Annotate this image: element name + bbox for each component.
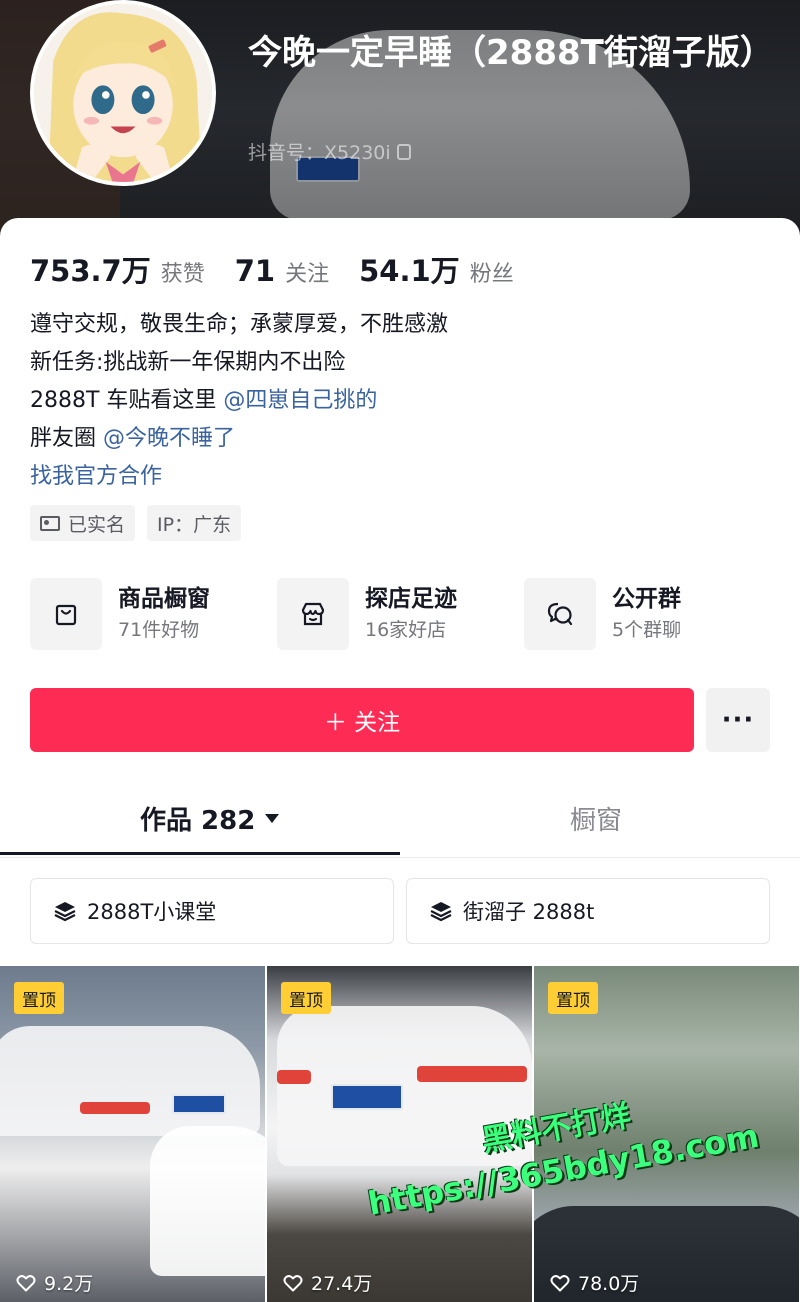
car-image [0,1026,260,1136]
profile-tags: 已实名 IP：广东 [30,505,242,541]
heart-icon [283,1273,303,1293]
service-shop-window-title: 商品橱窗 [118,586,210,612]
more-options-button[interactable]: ··· [706,688,770,752]
service-store-visits-title: 探店足迹 [365,586,457,612]
service-store-visits[interactable]: 探店足迹 16家好店 [277,578,524,650]
likes-count: 753.7万 [30,254,151,288]
bio: 遵守交规，敬畏生命；承蒙厚爱，不胜感激 新任务:挑战新一年保期内不出险 2888… [30,306,448,496]
tail-light [80,1102,150,1114]
collection-street-cruiser[interactable]: 街溜子 2888t [406,878,770,944]
copy-icon[interactable] [396,143,411,160]
video-thumbnail-1[interactable]: 置顶 9.2万 [0,966,265,1302]
caret-down-icon [265,814,280,823]
pinned-badge: 置顶 [14,982,64,1014]
pinned-badge: 置顶 [548,982,598,1014]
douyin-id[interactable]: 抖音号：X5230i [248,138,411,165]
followers-count: 54.1万 [359,254,460,288]
profile-stats: 753.7万 获赞 71 关注 54.1万 粉丝 [30,248,514,290]
nickname: 今晚一定早睡（2888T街溜子版） [248,33,774,73]
cooperation-link[interactable]: 找我官方合作 [30,458,448,496]
license-plate [331,1084,403,1110]
bio-line-4-text: 胖友圈 [30,426,103,451]
collections: 2888T小课堂 街溜子 2888t [30,878,770,944]
bio-line-3-text: 2888T 车贴看这里 [30,388,224,413]
heart-icon [550,1273,570,1293]
tab-works[interactable]: 作品 282 [140,800,280,837]
profile-banner: 今晚一定早睡（2888T街溜子版） 抖音号：X5230i [0,0,800,240]
tab-showcase-label: 橱窗 [570,806,623,836]
bio-line-3: 2888T 车贴看这里 @四崽自己挑的 [30,382,448,420]
service-shop-window-subtitle: 71件好物 [118,619,200,641]
followers-label: 粉丝 [469,262,514,287]
avatar-anime-girl-image [34,4,212,182]
id-card-icon [40,515,60,531]
second-car-image [150,1126,265,1276]
video-likes: 78.0万 [550,1269,639,1296]
avatar[interactable] [30,0,216,186]
bio-line-1: 遵守交规，敬畏生命；承蒙厚爱，不胜感激 [30,312,449,337]
tail-light [277,1070,311,1084]
following-label: 关注 [285,262,330,287]
layers-icon [429,899,453,923]
shopping-bag-icon [30,578,102,650]
license-plate [172,1094,226,1114]
content-tabs: 作品 282 橱窗 [0,788,800,858]
collection-2888t-class[interactable]: 2888T小课堂 [30,878,394,944]
ip-label: IP：广东 [157,513,232,536]
tab-works-label: 作品 282 [140,806,256,836]
service-public-group[interactable]: 公开群 5个群聊 [524,578,771,650]
service-public-group-title: 公开群 [612,586,681,612]
verified-label: 已实名 [68,513,126,536]
collection-2888t-class-label: 2888T小课堂 [87,900,217,924]
video-likes: 9.2万 [16,1269,93,1296]
service-public-group-subtitle: 5个群聊 [612,619,682,641]
chat-bubbles-icon [524,578,596,650]
collection-street-cruiser-label: 街溜子 2888t [463,900,595,924]
video-likes: 27.4万 [283,1269,372,1296]
tab-showcase[interactable]: 橱窗 [570,800,622,837]
video-likes-count: 27.4万 [311,1273,373,1295]
video-likes-count: 9.2万 [44,1273,94,1295]
stat-likes[interactable]: 753.7万 获赞 [30,248,205,290]
ip-tag: IP：广东 [147,505,242,541]
tail-light [417,1066,527,1082]
stat-followers[interactable]: 54.1万 粉丝 [359,248,514,290]
storefront-icon [277,578,349,650]
layers-icon [53,899,77,923]
service-shop-window[interactable]: 商品橱窗 71件好物 [30,578,277,650]
service-store-visits-subtitle: 16家好店 [365,619,447,641]
bio-line-2: 新任务:挑战新一年保期内不出险 [30,350,346,375]
mention-link-sizai[interactable]: @四崽自己挑的 [223,388,377,413]
verified-tag: 已实名 [30,505,136,541]
video-likes-count: 78.0万 [578,1273,640,1295]
following-count: 71 [234,254,276,288]
heart-icon [16,1273,36,1293]
douyin-id-text: 抖音号：X5230i [248,142,391,164]
service-entries: 商品橱窗 71件好物 探店足迹 16家好店 公开群 5个群聊 [30,578,771,650]
bio-line-4: 胖友圈 @今晚不睡了 [30,420,448,458]
mention-link-jinwan[interactable]: @今晚不睡了 [103,426,235,451]
active-tab-indicator [0,852,400,855]
likes-label: 获赞 [160,262,205,287]
stat-following[interactable]: 71 关注 [235,254,329,288]
follow-button[interactable]: ＋ 关注 [30,688,694,752]
pinned-badge: 置顶 [281,982,331,1014]
